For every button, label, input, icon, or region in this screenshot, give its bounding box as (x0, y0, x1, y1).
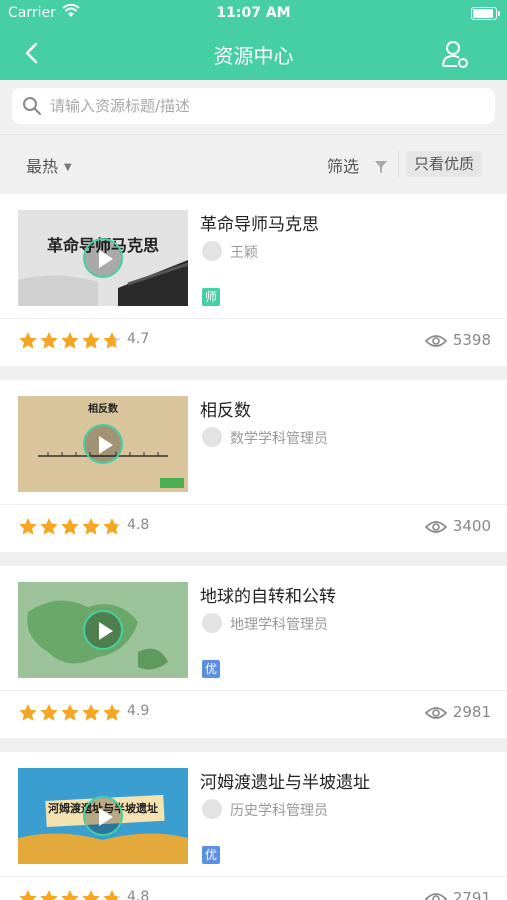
video-thumbnail[interactable]: 相反数 (18, 396, 188, 492)
resource-card[interactable]: 河姆渡遗址与半坡遗址 河姆渡遗址与半坡遗址 历史学科管理员 优 4.8 2791 (0, 752, 507, 900)
star-icon (81, 331, 101, 351)
author-name: 历史学科管理员 (230, 803, 328, 819)
caret-down-icon: ▼ (64, 162, 72, 173)
status-time: 11:07 AM (216, 5, 291, 21)
avatar (202, 427, 222, 447)
user-settings-button[interactable] (441, 38, 471, 70)
eye-icon (424, 893, 447, 900)
filter-button[interactable]: 筛选 (327, 153, 388, 177)
author-name: 数学学科管理员 (230, 431, 328, 447)
resource-card[interactable]: 革命导师马克思 革命导师马克思 王颖 师 4.7 5398 (0, 194, 507, 366)
play-icon[interactable] (83, 796, 123, 836)
view-count: 5398 (424, 331, 491, 349)
rating-value: 4.8 (127, 517, 150, 533)
star-icon (102, 889, 122, 900)
view-count: 2791 (424, 889, 491, 900)
star-icon (81, 703, 101, 723)
video-thumbnail[interactable]: 河姆渡遗址与半坡遗址 (18, 768, 188, 864)
view-count-value: 2981 (452, 703, 491, 721)
sort-dropdown[interactable]: 最热 ▼ (26, 153, 72, 177)
star-icon (102, 517, 122, 537)
star-icon (60, 331, 80, 351)
quality-only-toggle[interactable]: 只看优质 (406, 151, 482, 177)
star-icon (81, 889, 101, 900)
nav-bar: 资源中心 (0, 28, 507, 80)
search-input[interactable] (50, 88, 480, 124)
rating-value: 4.8 (127, 889, 150, 900)
avatar (202, 241, 222, 261)
view-count: 2981 (424, 703, 491, 721)
eye-icon (424, 707, 447, 719)
video-thumbnail[interactable]: 革命导师马克思 (18, 210, 188, 306)
avatar (202, 613, 222, 633)
card-title: 相反数 (200, 401, 251, 421)
battery-icon (471, 7, 500, 20)
play-icon[interactable] (83, 424, 123, 464)
search-icon (23, 97, 41, 115)
star-icon (60, 703, 80, 723)
card-author: 历史学科管理员 (202, 799, 328, 821)
card-title: 河姆渡遗址与半坡遗址 (200, 773, 370, 793)
star-icon (102, 703, 122, 723)
author-name: 王颖 (230, 245, 258, 261)
star-icon (102, 331, 122, 351)
sort-label: 最热 (26, 157, 59, 176)
star-icon (39, 703, 59, 723)
star-icon (60, 517, 80, 537)
star-rating (18, 702, 123, 724)
filter-label: 筛选 (327, 157, 360, 176)
card-author: 王颖 (202, 241, 258, 263)
divider (398, 151, 399, 177)
view-count-value: 2791 (452, 889, 491, 900)
author-name: 地理学科管理员 (230, 617, 328, 633)
star-icon (39, 331, 59, 351)
play-icon[interactable] (83, 238, 123, 278)
card-title: 革命导师马克思 (200, 215, 319, 235)
view-count-value: 5398 (452, 331, 491, 349)
play-icon[interactable] (83, 610, 123, 650)
resource-card[interactable]: 地球的自转和公转 地理学科管理员 优 4.9 2981 (0, 566, 507, 738)
card-author: 数学学科管理员 (202, 427, 328, 449)
video-thumbnail[interactable] (18, 582, 188, 678)
divider (0, 318, 507, 319)
divider (0, 504, 507, 505)
quality-badge: 优 (202, 846, 220, 864)
star-icon (18, 703, 38, 723)
star-icon (18, 331, 38, 351)
app-header: Carrier 11:07 AM 资源中心 (0, 0, 507, 80)
view-count-value: 3400 (452, 517, 491, 535)
user-gear-icon (442, 41, 468, 68)
view-count: 3400 (424, 517, 491, 535)
resource-card[interactable]: 相反数 相反数 数学学科管理员 4.8 3400 (0, 380, 507, 552)
search-bar (0, 80, 507, 134)
eye-icon (424, 335, 447, 347)
search-box (12, 88, 495, 124)
eye-icon (424, 521, 447, 533)
star-icon (39, 889, 59, 900)
star-rating (18, 516, 123, 538)
quality-badge: 优 (202, 660, 220, 678)
page-title: 资源中心 (213, 44, 294, 68)
card-title: 地球的自转和公转 (200, 587, 336, 607)
status-bar: Carrier 11:07 AM (0, 0, 507, 28)
star-rating (18, 888, 123, 900)
filter-bar: 最热 ▼ 筛选 只看优质 (0, 134, 507, 192)
divider (0, 876, 507, 877)
star-icon (18, 889, 38, 900)
teacher-badge: 师 (202, 288, 220, 306)
avatar (202, 799, 222, 819)
star-rating (18, 330, 123, 352)
star-icon (81, 517, 101, 537)
rating-value: 4.9 (127, 703, 150, 719)
star-icon (18, 517, 38, 537)
star-icon (39, 517, 59, 537)
rating-value: 4.7 (127, 331, 150, 347)
star-icon (60, 889, 80, 900)
thumbnail-caption: 相反数 (88, 404, 118, 415)
funnel-icon (375, 161, 388, 173)
divider (0, 690, 507, 691)
card-author: 地理学科管理员 (202, 613, 328, 635)
